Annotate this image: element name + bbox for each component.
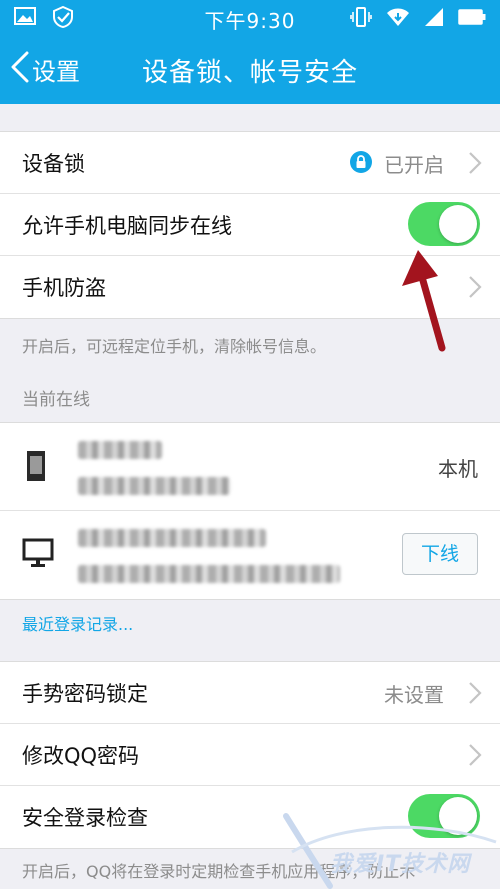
lock-icon (350, 151, 372, 177)
vibrate-icon (350, 7, 372, 31)
force-offline-button[interactable]: 下线 (402, 533, 478, 575)
device-lock-row[interactable]: 设备锁 已开启 (0, 132, 500, 194)
chevron-right-icon (468, 151, 482, 179)
battery-icon (458, 9, 486, 29)
sync-online-toggle[interactable] (408, 202, 480, 246)
change-password-row[interactable]: 修改QQ密码 (0, 724, 500, 786)
this-device-tag: 本机 (438, 457, 478, 481)
device-row-computer: 下线 (0, 511, 500, 599)
gesture-lock-status: 未设置 (384, 683, 444, 707)
device-row-phone: 本机 (0, 423, 500, 511)
toggle-knob (439, 205, 477, 243)
wifi-icon (386, 7, 410, 31)
device-name-redacted (78, 529, 266, 547)
watermark: 我爱IT技术网 (282, 812, 500, 889)
device-name-redacted (78, 441, 162, 459)
device-lock-status: 已开启 (384, 153, 444, 177)
login-check-label: 安全登录检查 (22, 806, 148, 830)
sync-online-label: 允许手机电脑同步在线 (22, 214, 232, 238)
device-info-redacted (78, 565, 340, 583)
online-devices-group: 本机 下线 (0, 422, 500, 600)
anti-theft-label: 手机防盗 (22, 276, 106, 300)
gesture-lock-label: 手势密码锁定 (22, 682, 148, 706)
online-section-title: 当前在线 (22, 390, 90, 410)
signal-icon (424, 7, 444, 31)
change-password-label: 修改QQ密码 (22, 744, 140, 768)
annotation-arrow-icon (402, 250, 446, 352)
anti-theft-note: 开启后，可远程定位手机，清除帐号信息。 (22, 337, 327, 356)
chevron-right-icon (468, 275, 482, 303)
chevron-right-icon (468, 743, 482, 771)
status-bar: 下午9:30 (0, 0, 500, 34)
recent-login-link[interactable]: 最近登录记录... (22, 611, 133, 635)
monitor-icon (22, 537, 54, 573)
chevron-right-icon (468, 681, 482, 709)
watermark-text: 我爱IT技术网 (330, 852, 471, 877)
navigation-bar: 设置 设备锁、帐号安全 (0, 34, 500, 104)
device-info-redacted (78, 477, 230, 495)
page-title: 设备锁、帐号安全 (141, 58, 358, 88)
device-lock-label: 设备锁 (22, 152, 85, 176)
phone-icon (22, 449, 50, 487)
gesture-lock-row[interactable]: 手势密码锁定 未设置 (0, 662, 500, 724)
system-icons (350, 7, 486, 31)
